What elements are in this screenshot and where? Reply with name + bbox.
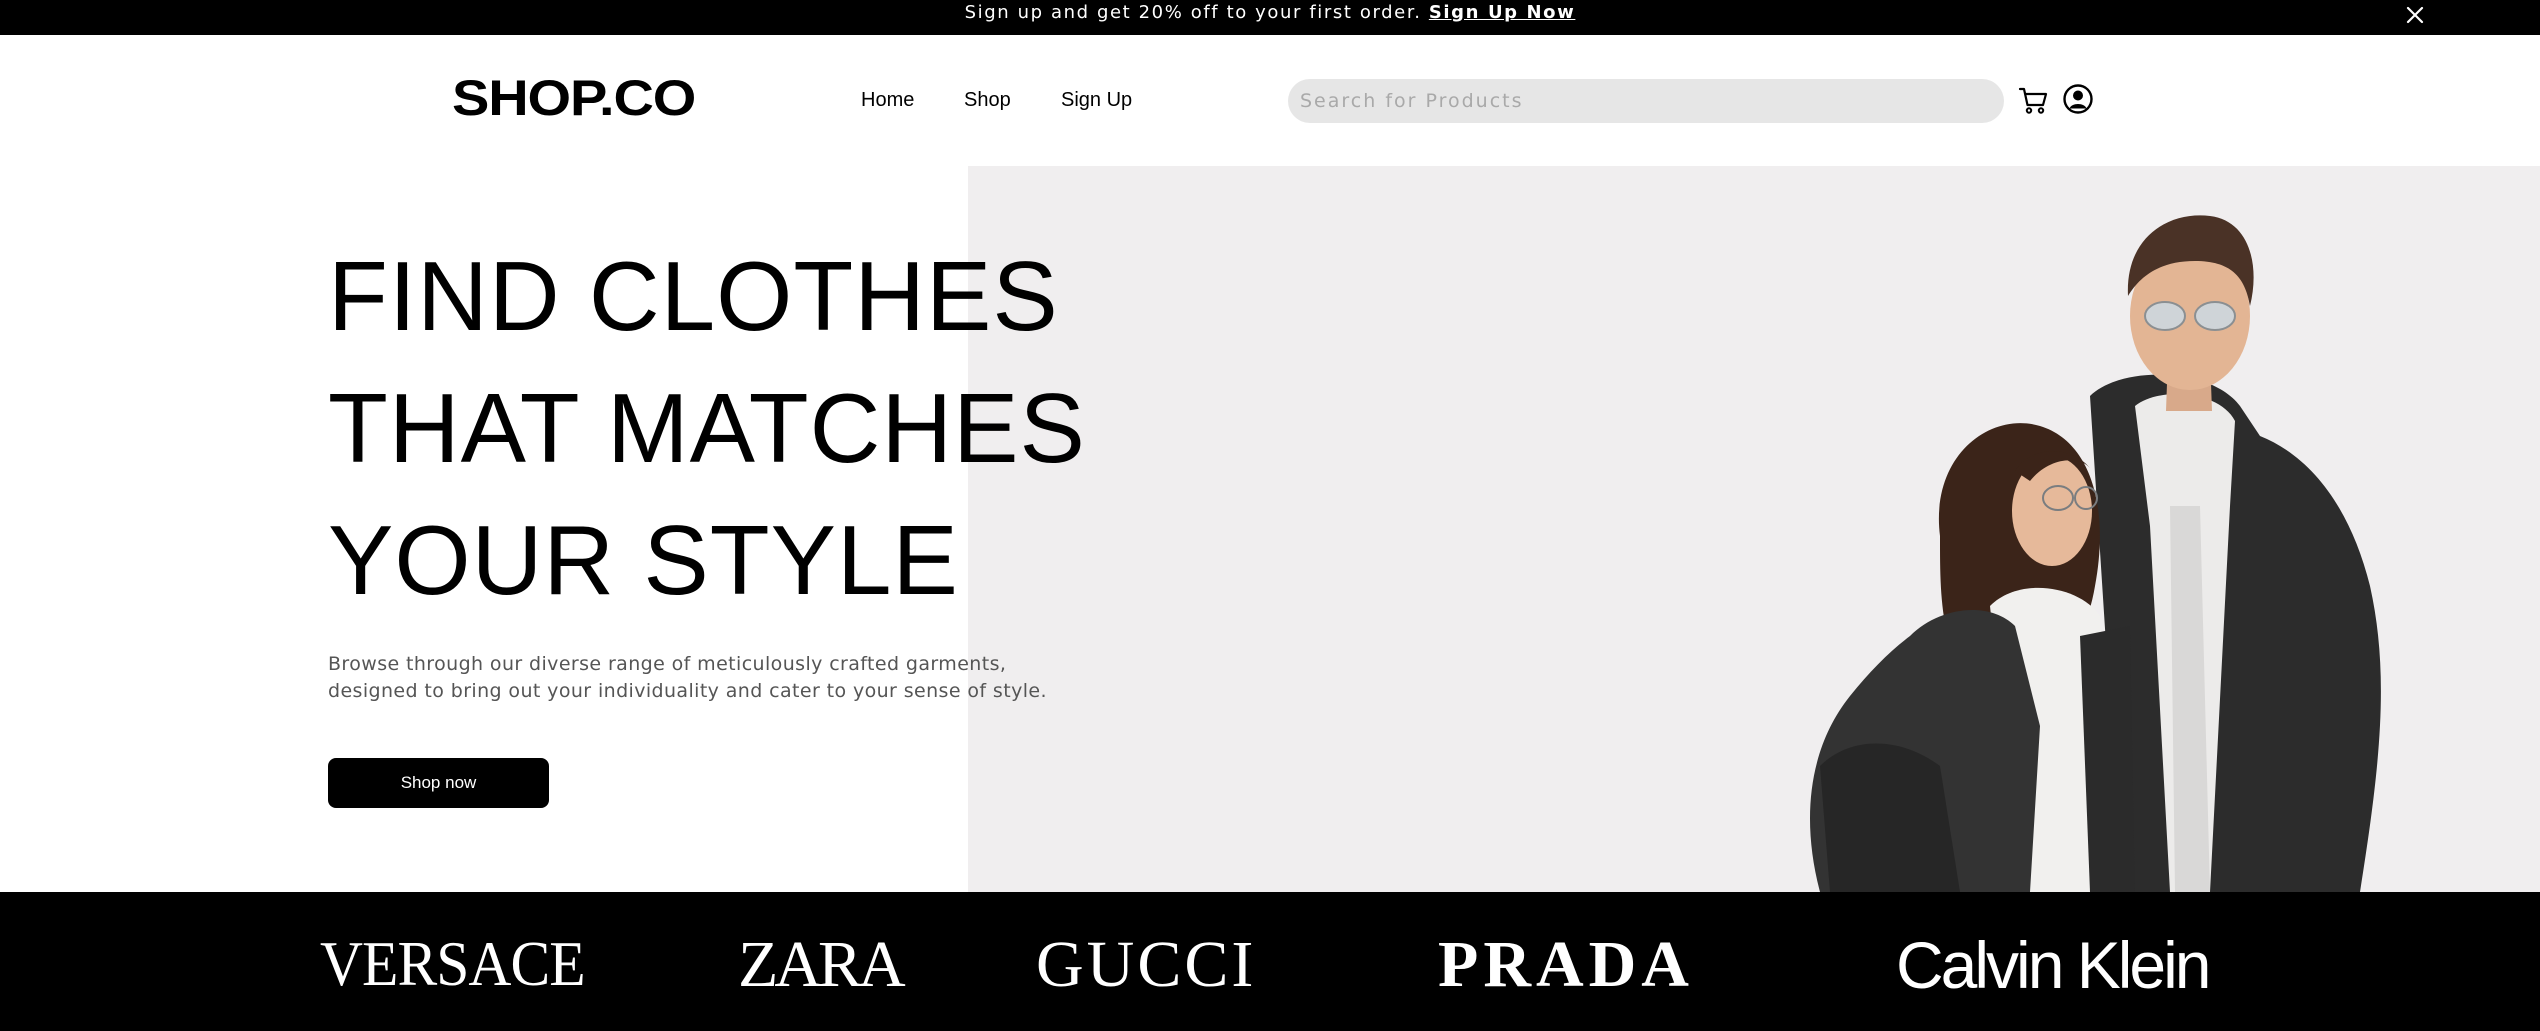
hero-title: FIND CLOTHES THAT MATCHES YOUR STYLE (328, 230, 1086, 626)
search-input[interactable] (1288, 79, 2004, 123)
brand-logo-calvin-klein: Calvin Klein (1896, 928, 2211, 1002)
hero-title-line: THAT MATCHES (328, 373, 1086, 483)
close-icon[interactable] (2402, 2, 2428, 28)
brands-bar: VERSACE ZARA GUCCI PRADA Calvin Klein (0, 892, 2540, 1031)
shop-now-button[interactable]: Shop now (328, 758, 549, 808)
nav-sign-up[interactable]: Sign Up (1061, 89, 1132, 112)
hero-title-line: YOUR STYLE (328, 505, 959, 615)
sign-up-now-link[interactable]: Sign Up Now (1429, 2, 1576, 23)
brand-logo-versace: VERSACE (320, 928, 586, 999)
hero-title-line: FIND CLOTHES (328, 241, 1059, 351)
nav-shop[interactable]: Shop (964, 89, 1011, 112)
site-header: SHOP.CO Home Shop Sign Up (0, 35, 2540, 166)
hero-section: FIND CLOTHES THAT MATCHES YOUR STYLE Bro… (0, 166, 2540, 892)
nav-home[interactable]: Home (861, 89, 914, 112)
hero-description: Browse through our diverse range of meti… (328, 653, 1047, 702)
brand-logo-zara: ZARA (738, 928, 906, 1001)
site-logo[interactable]: SHOP.CO (452, 73, 696, 123)
brand-logo-gucci: GUCCI (1036, 928, 1257, 1001)
announcement-bar: Sign up and get 20% off to your first or… (0, 0, 2540, 35)
brand-logo-prada: PRADA (1438, 928, 1694, 1001)
announcement-text: Sign up and get 20% off to your first or… (964, 2, 1422, 23)
cart-icon[interactable] (2018, 84, 2050, 116)
models-photo (1790, 206, 2490, 892)
user-icon[interactable] (2062, 83, 2094, 115)
announcement-text-wrap: Sign up and get 20% off to your first or… (0, 0, 2540, 35)
